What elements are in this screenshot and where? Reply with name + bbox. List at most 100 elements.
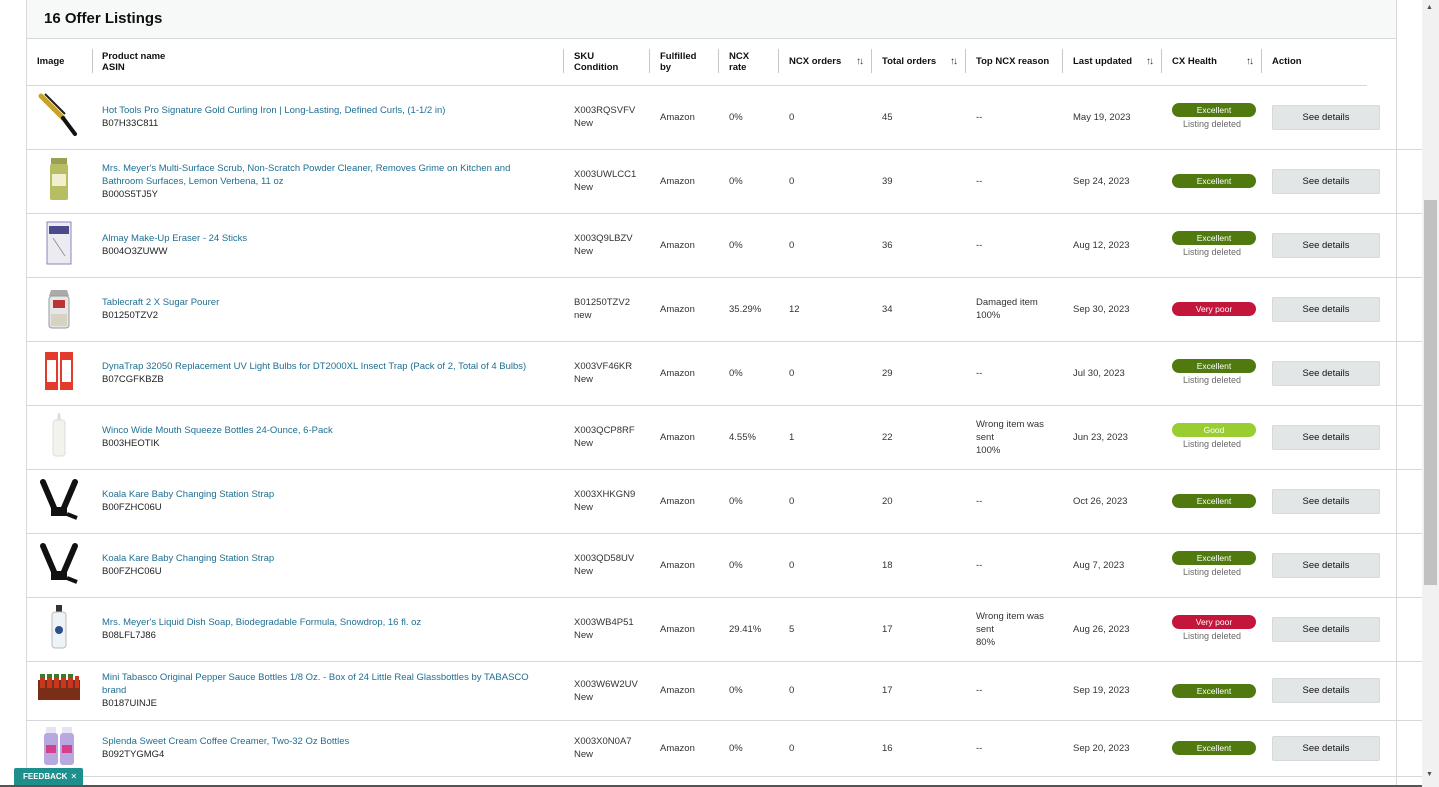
product-name-link[interactable]: Koala Kare Baby Changing Station Strap xyxy=(102,552,554,565)
col-total-orders[interactable]: Total orders ↑↓ xyxy=(872,39,966,86)
ncx-orders: 0 xyxy=(789,111,795,123)
last-updated: Sep 19, 2023 xyxy=(1073,685,1130,696)
product-name-link[interactable]: Koala Kare Baby Changing Station Strap xyxy=(102,488,554,501)
ncx-orders: 0 xyxy=(789,742,795,754)
see-details-button[interactable]: See details xyxy=(1272,424,1380,450)
feedback-button[interactable]: FEEDBACK ✕ xyxy=(14,768,83,785)
cx-health-badge: Very poor xyxy=(1172,302,1256,316)
listing-status: Listing deleted xyxy=(1182,439,1242,449)
product-image[interactable] xyxy=(37,542,81,588)
sort-icon[interactable]: ↑↓ xyxy=(856,56,864,67)
total-orders: 36 xyxy=(882,239,893,251)
asin: B07CGFKBZB xyxy=(102,374,164,385)
sku: X003W6W2UV xyxy=(574,678,638,690)
ncx-orders: 0 xyxy=(789,367,795,379)
condition: New xyxy=(574,182,594,193)
asin: B0187UINJE xyxy=(102,698,157,709)
col-ncx-orders[interactable]: NCX orders ↑↓ xyxy=(779,39,872,86)
table-row: Mini Tabasco Original Pepper Sauce Bottl… xyxy=(27,661,1439,720)
cx-health-badge: Excellent xyxy=(1172,103,1256,117)
sku: X003XHKGN9 xyxy=(574,489,636,500)
ncx-orders: 0 xyxy=(789,175,795,187)
product-image[interactable] xyxy=(37,668,81,714)
ncx-rate: 0% xyxy=(729,239,743,251)
total-orders: 39 xyxy=(882,175,893,187)
product-name-link[interactable]: Mrs. Meyer's Multi-Surface Scrub, Non-Sc… xyxy=(102,162,554,188)
ncx-rate: 0% xyxy=(729,111,743,123)
ncx-rate: 0% xyxy=(729,685,743,696)
offer-listings-panel: 16 Offer Listings Image Product name ASIN… xyxy=(26,0,1439,787)
product-name-link[interactable]: Tablecraft 2 X Sugar Pourer xyxy=(102,296,554,309)
product-image[interactable] xyxy=(37,221,81,268)
product-image[interactable] xyxy=(37,725,81,771)
see-details-button[interactable]: See details xyxy=(1272,678,1380,703)
top-ncx-reason: Damaged item xyxy=(976,297,1038,308)
see-details-button[interactable]: See details xyxy=(1272,552,1380,578)
col-last-updated[interactable]: Last updated ↑↓ xyxy=(1063,39,1162,86)
vertical-scrollbar[interactable]: ▲ ▼ xyxy=(1422,0,1439,787)
product-name-link[interactable]: Hot Tools Pro Signature Gold Curling Iro… xyxy=(102,104,554,117)
sort-icon[interactable]: ↑↓ xyxy=(950,56,958,67)
col-cx-health[interactable]: CX Health ↑↓ xyxy=(1162,39,1262,86)
see-details-button[interactable]: See details xyxy=(1272,735,1380,761)
see-details-button[interactable]: See details xyxy=(1272,616,1380,642)
top-ncx-reason: -- xyxy=(976,685,983,696)
product-image[interactable] xyxy=(37,478,81,524)
product-name-link[interactable]: Splenda Sweet Cream Coffee Creamer, Two-… xyxy=(102,735,554,748)
ncx-orders: 12 xyxy=(789,303,800,315)
col-action: Action xyxy=(1262,39,1367,86)
total-orders: 18 xyxy=(882,559,893,571)
table-row: Splenda Sweet Cream Coffee Creamer, Two-… xyxy=(27,720,1439,776)
last-updated: Sep 30, 2023 xyxy=(1073,303,1130,315)
see-details-button[interactable]: See details xyxy=(1272,232,1380,258)
product-name-link[interactable]: Mini Tabasco Original Pepper Sauce Bottl… xyxy=(102,671,554,697)
see-details-button[interactable]: See details xyxy=(1272,104,1380,130)
last-updated: Jul 30, 2023 xyxy=(1073,367,1125,379)
last-updated: Oct 26, 2023 xyxy=(1073,495,1128,507)
product-image[interactable] xyxy=(37,286,81,332)
top-ncx-reason: -- xyxy=(976,495,983,507)
total-orders: 45 xyxy=(882,111,893,123)
listing-status: Listing deleted xyxy=(1182,631,1242,641)
sort-icon[interactable]: ↑↓ xyxy=(1146,56,1154,67)
close-icon[interactable]: ✕ xyxy=(70,772,77,781)
table-row: Almay Make-Up Eraser - 24 Sticks B004O3ZU… xyxy=(27,213,1439,277)
scroll-up-icon[interactable]: ▲ xyxy=(1426,4,1433,11)
top-ncx-reason: -- xyxy=(976,175,983,187)
top-ncx-reason-percent: 100% xyxy=(976,444,1001,456)
listing-status: Listing deleted xyxy=(1182,119,1242,129)
product-name-link[interactable]: Mrs. Meyer's Liquid Dish Soap, Biodegrad… xyxy=(102,616,554,629)
total-orders: 16 xyxy=(882,742,893,754)
product-image[interactable] xyxy=(37,413,81,460)
ncx-rate: 0% xyxy=(729,175,743,187)
ncx-orders: 0 xyxy=(789,495,795,507)
sort-icon[interactable]: ↑↓ xyxy=(1246,56,1254,67)
total-orders: 20 xyxy=(882,495,893,507)
see-details-button[interactable]: See details xyxy=(1272,488,1380,514)
see-details-button[interactable]: See details xyxy=(1272,168,1380,194)
asin: B000S5TJ5Y xyxy=(102,188,158,200)
total-orders: 29 xyxy=(882,367,893,379)
condition: New xyxy=(574,630,594,641)
product-image[interactable] xyxy=(37,350,81,396)
table-row: Hot Tools Pro Signature Gold Curling Iro… xyxy=(27,85,1439,149)
sku: X003WB4P51 xyxy=(574,617,634,628)
see-details-button[interactable]: See details xyxy=(1272,360,1380,386)
cx-health-badge: Excellent xyxy=(1172,231,1256,245)
product-image[interactable] xyxy=(37,605,81,652)
scroll-down-icon[interactable]: ▼ xyxy=(1426,771,1433,778)
listing-status: Listing deleted xyxy=(1182,375,1242,385)
curling-iron-icon xyxy=(37,92,81,142)
asin: B00FZHC06U xyxy=(102,502,162,513)
product-image[interactable] xyxy=(37,158,81,204)
sku: X003Q9LBZV xyxy=(574,233,633,244)
last-updated: Aug 12, 2023 xyxy=(1073,239,1130,251)
product-name-link[interactable]: DynaTrap 32050 Replacement UV Light Bulb… xyxy=(102,360,554,373)
condition: New xyxy=(574,502,594,513)
product-name-link[interactable]: Almay Make-Up Eraser - 24 Sticks xyxy=(102,232,554,245)
scrollbar-thumb[interactable] xyxy=(1424,200,1437,585)
see-details-button[interactable]: See details xyxy=(1272,296,1380,322)
product-image[interactable] xyxy=(37,92,81,142)
sku: X003RQSVFV xyxy=(574,105,636,116)
product-name-link[interactable]: Winco Wide Mouth Squeeze Bottles 24-Ounc… xyxy=(102,424,554,437)
